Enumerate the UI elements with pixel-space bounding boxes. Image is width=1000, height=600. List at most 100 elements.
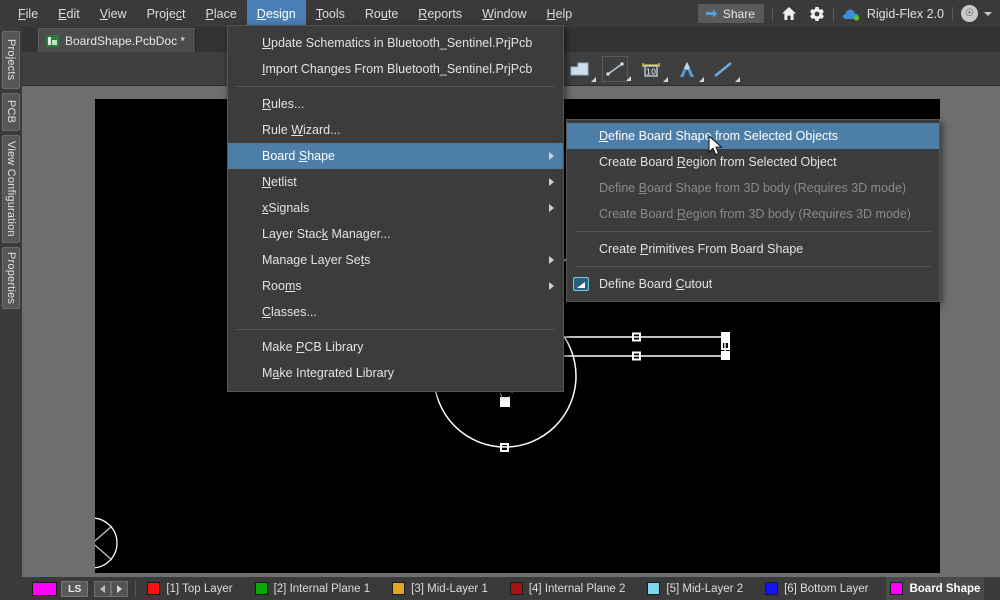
pcb-document-icon <box>46 35 59 47</box>
menu-project[interactable]: Project <box>137 0 196 27</box>
menu-edit-label: Edit <box>58 7 80 21</box>
layer-tab[interactable]: [6] Bottom Layer <box>761 577 872 600</box>
sidebar-tab-pcb[interactable]: PCB <box>2 93 20 131</box>
menu-route[interactable]: Route <box>355 0 408 27</box>
menubar-divider-2 <box>833 7 834 21</box>
layer-tab[interactable]: [4] Internal Plane 2 <box>506 577 630 600</box>
menu-item-netlist[interactable]: Netlist <box>228 169 563 195</box>
layer-tab[interactable]: [3] Mid-Layer 1 <box>388 577 492 600</box>
place-track-button[interactable] <box>710 56 736 82</box>
menu-edit[interactable]: Edit <box>48 0 90 27</box>
sidebar-tab-projects[interactable]: Projects <box>2 31 20 89</box>
submenu-arrow-icon <box>549 178 554 186</box>
menu-item-rules[interactable]: Rules... <box>228 91 563 117</box>
menu-item-classes-label: Classes... <box>262 305 317 319</box>
menu-item-rule-wizard[interactable]: Rule Wizard... <box>228 117 563 143</box>
menu-file[interactable]: File <box>8 0 48 27</box>
place-polygon-pour-button[interactable] <box>566 56 592 82</box>
menu-place[interactable]: Place <box>196 0 247 27</box>
menu-item-classes[interactable]: Classes... <box>228 299 563 325</box>
chevron-down-icon[interactable] <box>984 12 992 16</box>
layer-tab-label: [1] Top Layer <box>166 583 232 595</box>
layer-color-swatch <box>765 582 778 595</box>
altium-pcb-window: File Edit View Project Place Design Tool… <box>0 0 1000 600</box>
dropdown-triangle-icon[interactable] <box>626 76 631 81</box>
sidebar-tab-properties[interactable]: Properties <box>2 247 20 309</box>
menu-window[interactable]: Window <box>472 0 536 27</box>
layer-tab-label: [3] Mid-Layer 1 <box>411 583 488 595</box>
layer-tab[interactable]: [5] Mid-Layer 2 <box>643 577 747 600</box>
menu-reports[interactable]: Reports <box>408 0 472 27</box>
layer-tab[interactable]: [2] Internal Plane 1 <box>251 577 375 600</box>
layer-nav-buttons <box>94 581 128 597</box>
submenu-item-create-primitives-from-board-shape[interactable]: Create Primitives From Board Shape <box>567 236 939 262</box>
menu-bar: File Edit View Project Place Design Tool… <box>0 0 1000 27</box>
document-tab-boardshape[interactable]: BoardShape.PcbDoc * <box>38 28 196 52</box>
layer-prev-button[interactable] <box>94 581 111 597</box>
board-cutout-icon <box>573 277 589 291</box>
menu-help-label: Help <box>547 7 573 21</box>
menu-route-label: Route <box>365 7 398 21</box>
layer-color-swatch <box>147 582 160 595</box>
dropdown-triangle-icon[interactable] <box>699 77 704 82</box>
menu-window-label: Window <box>482 7 526 21</box>
submenu-arrow-icon <box>549 282 554 290</box>
menu-item-board-shape[interactable]: Board Shape <box>228 143 563 169</box>
active-layer-color-swatch[interactable] <box>32 582 57 596</box>
menu-item-update-schematics[interactable]: Update Schematics in Bluetooth_Sentinel.… <box>228 30 563 56</box>
layer-status-bar: LS [1] Top Layer [2] Internal Plane 1 [3] … <box>0 577 1000 600</box>
menu-item-make-pcb-library[interactable]: Make PCB Library <box>228 334 563 360</box>
submenu-item-define-board-cutout-label: Define Board Cutout <box>599 277 712 291</box>
layer-next-button[interactable] <box>111 581 128 597</box>
track-icon <box>713 61 733 78</box>
menubar-divider-3 <box>952 7 953 21</box>
home-icon[interactable] <box>781 6 797 21</box>
menu-item-manage-layer-sets[interactable]: Manage Layer Sets <box>228 247 563 273</box>
share-button[interactable]: Share <box>698 4 764 23</box>
place-string-button[interactable] <box>674 56 700 82</box>
layer-tab-label: [6] Bottom Layer <box>784 583 868 595</box>
dropdown-triangle-icon[interactable] <box>591 77 596 82</box>
submenu-item-create-board-region-from-selected-object[interactable]: Create Board Region from Selected Object <box>567 149 939 175</box>
menu-item-manage-layer-sets-label: Manage Layer Sets <box>262 253 370 267</box>
menu-tools[interactable]: Tools <box>306 0 355 27</box>
origin-crosshair-icon <box>95 518 117 568</box>
menu-file-label: File <box>18 7 38 21</box>
menu-item-update-schematics-label: Update Schematics in Bluetooth_Sentinel.… <box>262 36 532 50</box>
submenu-item-define-board-cutout[interactable]: Define Board Cutout <box>567 271 939 297</box>
dropdown-triangle-icon[interactable] <box>663 77 668 82</box>
layer-color-swatch <box>890 582 903 595</box>
sidebar-tab-view-configuration[interactable]: View Configuration <box>2 135 20 243</box>
left-panel-tab-bar: Projects PCB View Configuration Properti… <box>0 27 22 577</box>
design-dropdown-menu[interactable]: Update Schematics in Bluetooth_Sentinel.… <box>227 25 564 392</box>
menu-item-rooms-label: Rooms <box>262 279 302 293</box>
sidebar-tab-properties-label: Properties <box>5 252 17 304</box>
sidebar-tab-projects-label: Projects <box>5 39 17 80</box>
place-dimension-button[interactable]: 10 <box>638 56 664 82</box>
menu-item-make-integrated-library[interactable]: Make Integrated Library <box>228 360 563 386</box>
place-line-button[interactable] <box>602 56 628 82</box>
account-name-label: Rigid-Flex 2.0 <box>867 7 944 21</box>
menu-design[interactable]: Design <box>247 0 306 27</box>
menu-reports-label: Reports <box>418 7 462 21</box>
line-icon <box>606 62 624 76</box>
menu-help[interactable]: Help <box>537 0 583 27</box>
menu-item-rooms[interactable]: Rooms <box>228 273 563 299</box>
chevron-right-icon <box>117 585 122 593</box>
menu-item-xsignals[interactable]: xSignals <box>228 195 563 221</box>
menu-view[interactable]: View <box>90 0 137 27</box>
avatar[interactable]: ☉ <box>961 5 978 22</box>
layer-tab[interactable]: [1] Top Layer <box>143 577 236 600</box>
menu-item-layer-stack-manager[interactable]: Layer Stack Manager... <box>228 221 563 247</box>
menu-item-import-changes[interactable]: Import Changes From Bluetooth_Sentinel.P… <box>228 56 563 82</box>
submenu-item-define-board-shape-from-selected-objects[interactable]: Define Board Shape from Selected Objects <box>567 123 939 149</box>
layer-sets-button[interactable]: LS <box>61 581 88 597</box>
menu-item-xsignals-label: xSignals <box>262 201 309 215</box>
menu-item-rules-label: Rules... <box>262 97 304 111</box>
layer-color-swatch <box>392 582 405 595</box>
gear-icon[interactable] <box>809 6 825 22</box>
board-shape-submenu[interactable]: Define Board Shape from Selected Objects… <box>566 119 940 302</box>
dropdown-triangle-icon[interactable] <box>735 77 740 82</box>
menu-project-label: Project <box>147 7 186 21</box>
layer-tab[interactable]: Board Shape <box>886 577 984 600</box>
